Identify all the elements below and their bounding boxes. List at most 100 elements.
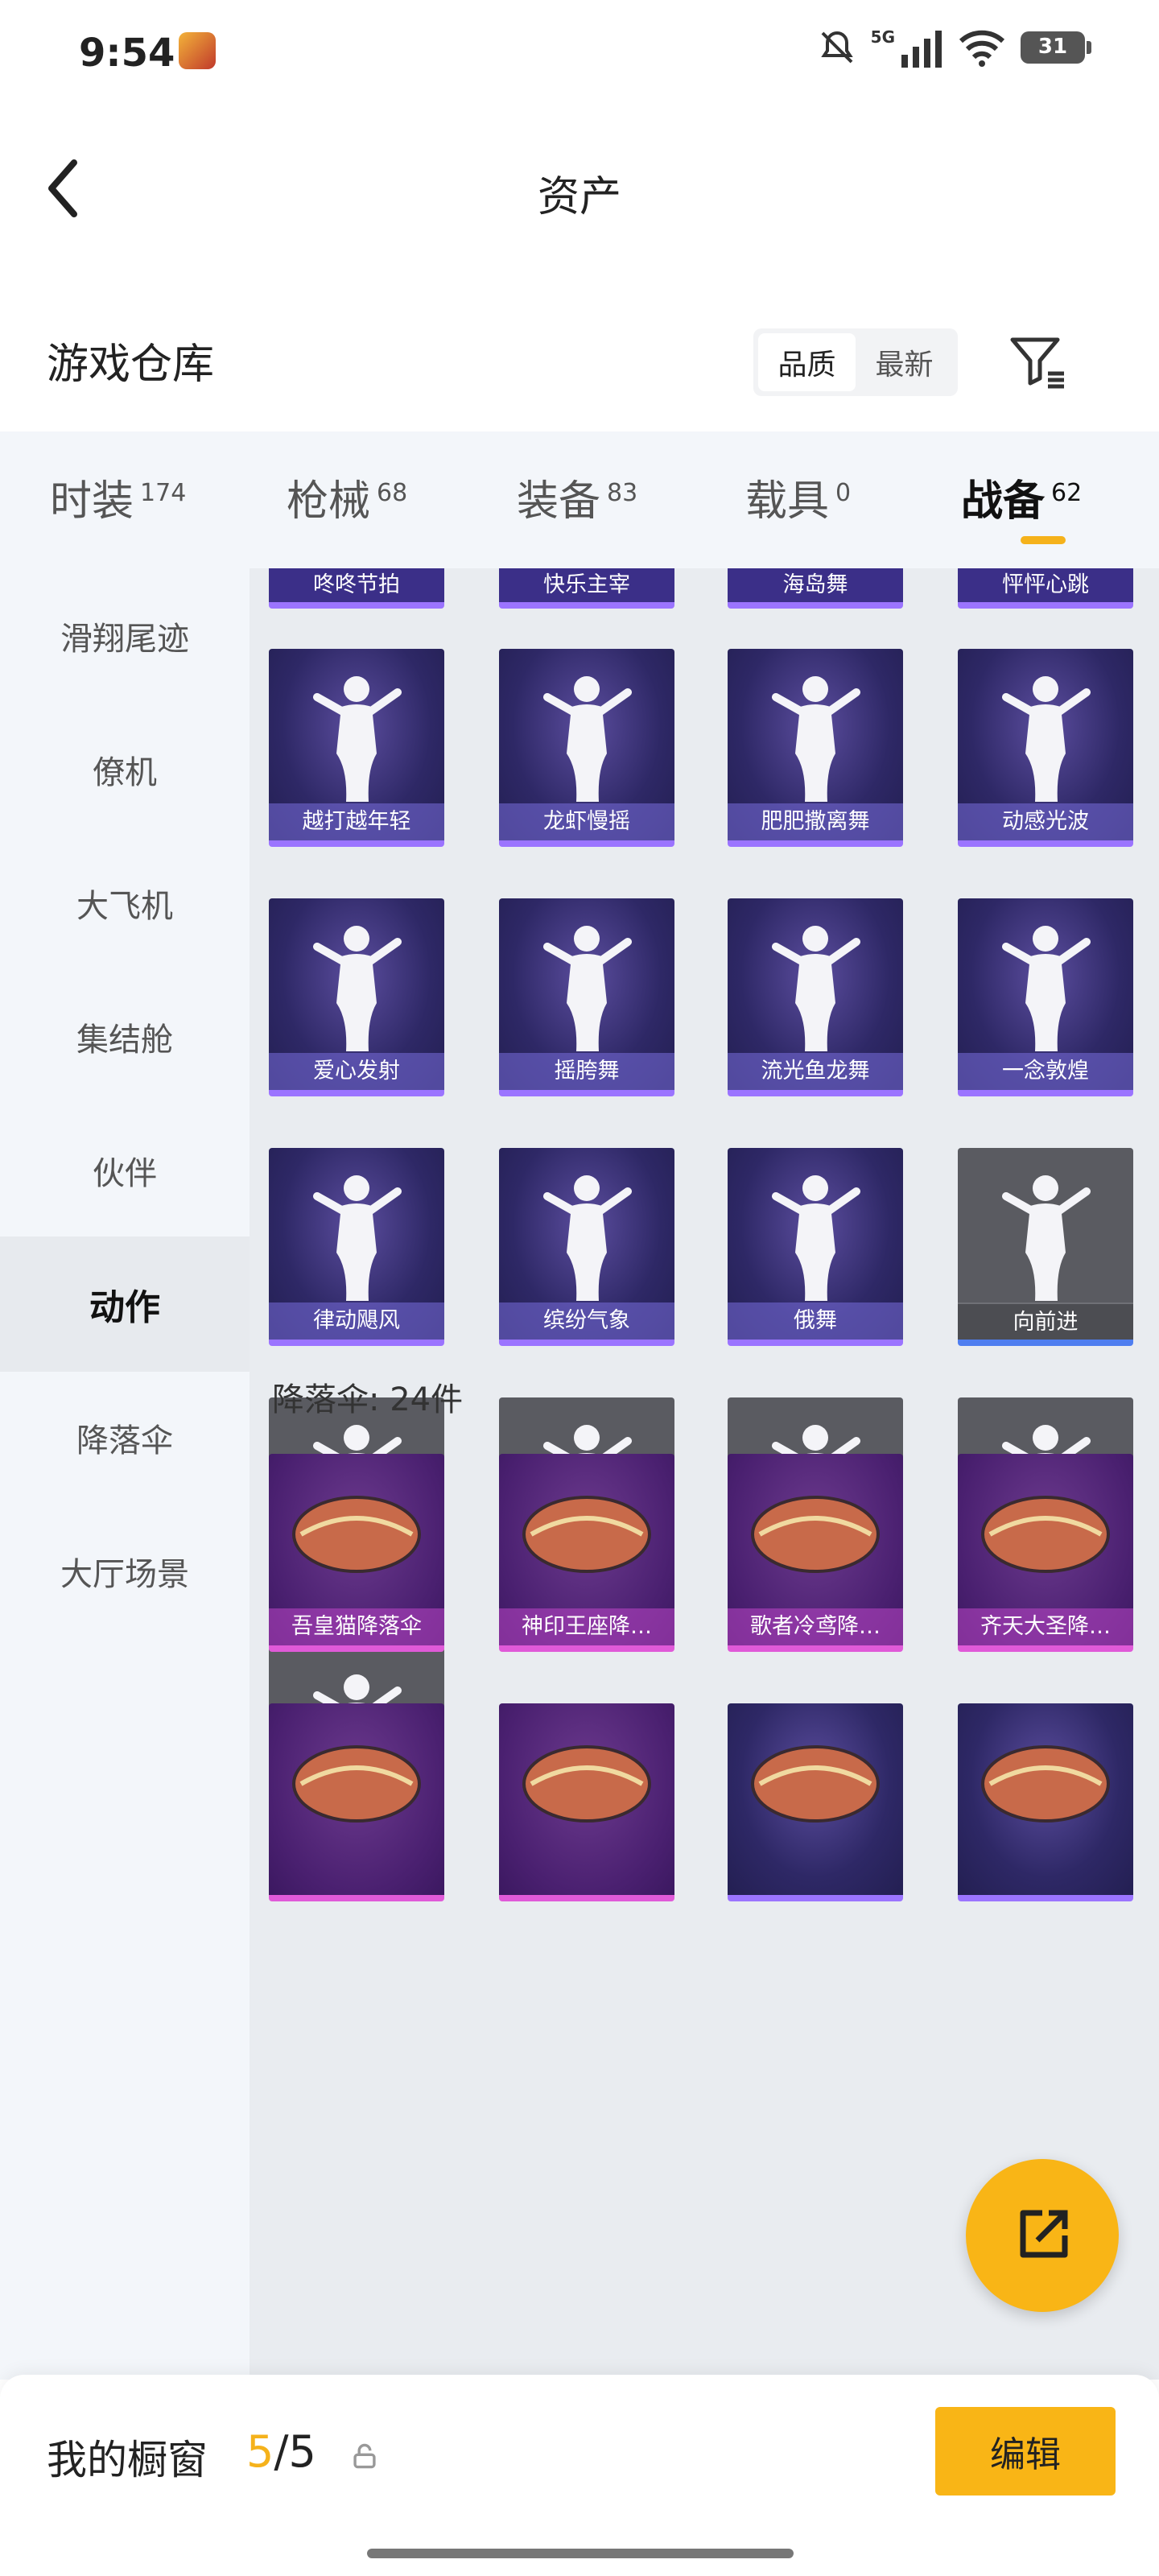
- showcase-current: 5: [246, 2426, 274, 2477]
- dancer-figure-icon: [543, 1175, 632, 1301]
- wifi-icon: [959, 30, 1005, 67]
- action-card-partial[interactable]: 海岛舞: [728, 568, 903, 609]
- dancer-figure-icon: [772, 676, 860, 802]
- parachute-icon: [292, 1496, 421, 1573]
- dancer-figure-icon: [313, 676, 402, 802]
- parachute-card[interactable]: 吾皇猫降落伞: [269, 1454, 444, 1652]
- action-card-label: 一念敦煌: [958, 1053, 1133, 1090]
- action-card-partial[interactable]: 咚咚节拍: [269, 568, 444, 609]
- header: 资产: [0, 129, 1159, 250]
- parachute-card-label: 齐天大圣降…: [958, 1608, 1133, 1645]
- bottom-bar: 我的橱窗 5/5 编辑: [0, 2375, 1159, 2576]
- parachute-icon: [981, 1745, 1110, 1823]
- action-card[interactable]: 俄舞: [728, 1148, 903, 1346]
- action-card-partial[interactable]: 怦怦心跳: [958, 568, 1133, 609]
- parachute-icon: [751, 1745, 880, 1823]
- parachute-card[interactable]: [958, 1703, 1133, 1901]
- tab-label: 载具: [745, 477, 830, 526]
- share-button[interactable]: [966, 2159, 1119, 2312]
- sidebar-item-wingman[interactable]: 僚机: [0, 702, 250, 837]
- parachute-icon: [522, 1745, 651, 1823]
- action-card[interactable]: 摇胯舞: [499, 898, 674, 1096]
- tab-count: 174: [140, 478, 187, 507]
- parachute-card-label: 吾皇猫降落伞: [269, 1608, 444, 1645]
- parachute-card[interactable]: [269, 1703, 444, 1901]
- signal-icon: [901, 31, 942, 68]
- action-card[interactable]: 肥肥撒离舞: [728, 649, 903, 847]
- lock-icon: [353, 2443, 376, 2469]
- parachute-card[interactable]: 歌者冷鸢降…: [728, 1454, 903, 1652]
- tab-firearms[interactable]: 枪械 68: [287, 467, 407, 527]
- parachute-icon: [981, 1496, 1110, 1573]
- parachute-card[interactable]: 神印王座降…: [499, 1454, 674, 1652]
- repo-title: 游戏仓库: [47, 341, 215, 389]
- parachute-card[interactable]: [728, 1703, 903, 1901]
- dancer-figure-icon: [1002, 926, 1091, 1051]
- action-card[interactable]: 缤纷气象: [499, 1148, 674, 1346]
- action-card[interactable]: 越打越年轻: [269, 649, 444, 847]
- page-title: 资产: [537, 173, 621, 221]
- action-card-partial[interactable]: 快乐主宰: [499, 568, 674, 609]
- parachute-card[interactable]: [499, 1703, 674, 1901]
- parachute-icon: [292, 1745, 421, 1823]
- action-card[interactable]: 动感光波: [958, 649, 1133, 847]
- action-card[interactable]: 流光鱼龙舞: [728, 898, 903, 1096]
- battery-icon: 31: [1021, 31, 1091, 64]
- home-indicator[interactable]: [367, 2549, 794, 2558]
- sort-toggle: 品质 最新: [753, 328, 958, 396]
- action-card[interactable]: 爱心发射: [269, 898, 444, 1096]
- parachute-card-label: 歌者冷鸢降…: [728, 1608, 903, 1645]
- action-card-label: 摇胯舞: [499, 1053, 674, 1090]
- tab-label: 枪械: [287, 477, 371, 526]
- app-icon: [179, 32, 216, 69]
- tab-equipment[interactable]: 装备 83: [517, 467, 637, 527]
- action-card-label: 动感光波: [958, 803, 1133, 840]
- tab-battle-prep[interactable]: 战备 62: [961, 467, 1082, 527]
- tab-count: 83: [607, 478, 638, 507]
- sort-newest-option[interactable]: 最新: [856, 333, 953, 391]
- action-card[interactable]: 龙虾慢摇: [499, 649, 674, 847]
- action-card[interactable]: 一念敦煌: [958, 898, 1133, 1096]
- filter-button[interactable]: [1006, 330, 1070, 394]
- showcase-total: /5: [274, 2426, 316, 2477]
- sort-quality-option[interactable]: 品质: [758, 333, 856, 391]
- sidebar-item-actions[interactable]: 动作: [0, 1236, 250, 1372]
- item-grid: 咚咚节拍 快乐主宰 海岛舞 怦怦心跳 越打越年轻 龙虾慢摇 肥肥撒离舞 动感光波爱心发…: [250, 568, 1159, 2380]
- sidebar-item-parachute[interactable]: 降落伞: [0, 1370, 250, 1505]
- action-card-label: 龙虾慢摇: [499, 803, 674, 840]
- dancer-figure-icon: [313, 1175, 402, 1301]
- tab-vehicles[interactable]: 载具 0: [745, 467, 851, 527]
- action-card[interactable]: 向前进: [958, 1148, 1133, 1346]
- sidebar-item-glide-trail[interactable]: 滑翔尾迹: [0, 568, 250, 704]
- parachute-icon: [522, 1496, 651, 1573]
- mute-bell-icon: [820, 31, 853, 64]
- dancer-figure-icon: [772, 1175, 860, 1301]
- dancer-figure-icon: [1002, 676, 1091, 802]
- dancer-figure-icon: [543, 926, 632, 1051]
- dancer-figure-icon: [1002, 1175, 1091, 1301]
- tab-label: 战备: [961, 477, 1046, 526]
- dancer-figure-icon: [543, 676, 632, 802]
- tab-label: 时装: [50, 477, 134, 526]
- sidebar-item-partner[interactable]: 伙伴: [0, 1103, 250, 1238]
- category-tabs: 时装 174 枪械 68 装备 83 载具 0 战备 62: [0, 431, 1159, 568]
- showcase-label: 我的橱窗: [47, 2437, 208, 2483]
- sidebar-item-big-plane[interactable]: 大飞机: [0, 836, 250, 971]
- dancer-figure-icon: [313, 926, 402, 1051]
- sidebar-item-assembly-pod[interactable]: 集结舱: [0, 969, 250, 1104]
- dancer-figure-icon: [772, 926, 860, 1051]
- parachute-card[interactable]: 齐天大圣降…: [958, 1454, 1133, 1652]
- sidebar-item-lobby-scene[interactable]: 大厅场景: [0, 1504, 250, 1639]
- action-card-label: 律动飓风: [269, 1302, 444, 1340]
- filter-icon: [1010, 337, 1064, 389]
- action-card-label: 爱心发射: [269, 1053, 444, 1090]
- edit-button[interactable]: 编辑: [935, 2407, 1116, 2496]
- action-card-label: 流光鱼龙舞: [728, 1053, 903, 1090]
- sidebar: 滑翔尾迹 僚机 大飞机 集结舱 伙伴 动作 降落伞 大厅场景: [0, 568, 250, 2380]
- tab-fashion[interactable]: 时装 174: [50, 467, 186, 527]
- action-card[interactable]: 律动飓风: [269, 1148, 444, 1346]
- parachute-card-label: 神印王座降…: [499, 1608, 674, 1645]
- action-card-label: 肥肥撒离舞: [728, 803, 903, 840]
- tab-label: 装备: [517, 477, 601, 526]
- parachute-section-label: 降落伞: 24件: [272, 1381, 464, 1418]
